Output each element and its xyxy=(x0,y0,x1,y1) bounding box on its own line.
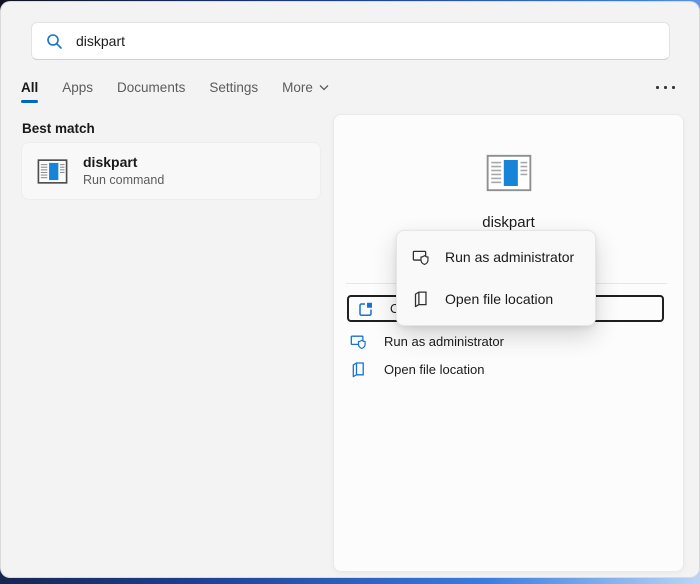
action-file-label: Open file location xyxy=(384,362,484,377)
result-subtitle: Run command xyxy=(83,172,164,188)
menu-item-run-as-administrator[interactable]: Run as administrator xyxy=(397,237,595,277)
tab-more[interactable]: More xyxy=(282,80,329,103)
preview-panel: diskpart Open Run as administrator Op xyxy=(333,114,684,572)
best-match-header: Best match xyxy=(22,121,95,136)
preview-app-title: diskpart xyxy=(334,214,683,231)
tab-documents[interactable]: Documents xyxy=(117,80,185,103)
result-title: diskpart xyxy=(83,154,164,172)
search-filter-tabs: All Apps Documents Settings More xyxy=(21,80,675,106)
selected-tab-underline xyxy=(21,100,38,103)
action-run-as-administrator[interactable]: Run as administrator xyxy=(350,330,504,352)
action-open-file-location[interactable]: Open file location xyxy=(350,358,484,380)
search-box[interactable] xyxy=(31,22,670,60)
diskpart-app-icon-large xyxy=(484,148,534,198)
menu-item-open-file-location[interactable]: Open file location xyxy=(397,279,595,319)
tab-apps[interactable]: Apps xyxy=(62,80,93,103)
search-icon xyxy=(46,33,63,50)
chevron-down-icon xyxy=(319,84,329,91)
context-menu: Run as administrator Open file location xyxy=(396,230,596,326)
search-flyout-window: All Apps Documents Settings More Best ma… xyxy=(0,1,700,578)
admin-shield-icon xyxy=(412,248,430,266)
diskpart-app-icon xyxy=(36,155,69,188)
best-match-result[interactable]: diskpart Run command xyxy=(21,142,321,200)
tab-all[interactable]: All xyxy=(21,80,38,103)
best-match-texts: diskpart Run command xyxy=(83,154,164,188)
tab-settings[interactable]: Settings xyxy=(209,80,258,103)
file-location-icon xyxy=(412,290,430,308)
open-launch-icon xyxy=(357,301,373,317)
more-options-icon[interactable] xyxy=(656,80,675,89)
menu-item-label: Open file location xyxy=(445,291,553,307)
menu-item-label: Run as administrator xyxy=(445,249,574,265)
action-admin-label: Run as administrator xyxy=(384,334,504,349)
admin-shield-icon xyxy=(350,333,367,350)
search-input[interactable] xyxy=(76,33,655,49)
file-location-icon xyxy=(350,361,367,378)
